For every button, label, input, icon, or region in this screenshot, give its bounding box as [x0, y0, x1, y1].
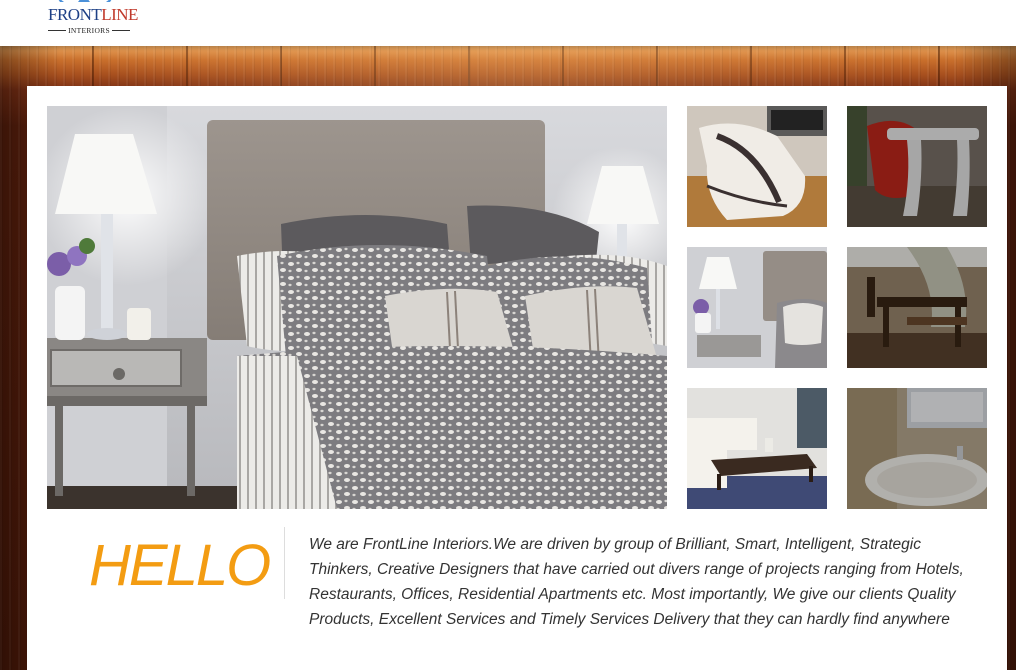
site-logo[interactable]: FRONTLINE INTERIORS [44, 0, 138, 40]
living-room-photo-icon [687, 388, 827, 509]
gallery-thumbnail-1[interactable] [687, 106, 827, 227]
gallery-thumbnail-2[interactable] [847, 106, 987, 227]
logo-stars-icon [58, 0, 112, 2]
content-panel: HELLO We are FrontLine Interiors.We are … [27, 86, 1007, 670]
bedroom-photo-icon [47, 106, 667, 509]
wooden-chair-photo-icon [847, 247, 987, 368]
intro-heading: HELLO [89, 533, 271, 598]
gallery-thumbnail-6[interactable] [847, 388, 987, 509]
main-gallery-image[interactable] [47, 106, 667, 509]
lounge-chair-photo-icon [687, 106, 827, 227]
logo-tagline-row: INTERIORS [48, 25, 130, 35]
logo-text-line: LINE [101, 5, 138, 24]
intro-divider [284, 527, 285, 599]
logo-text-front: FRONT [48, 5, 102, 24]
red-chair-table-photo-icon [847, 106, 987, 227]
bedroom-photo-icon [687, 247, 827, 368]
gallery-thumbnail-4[interactable] [847, 247, 987, 368]
site-header: FRONTLINE INTERIORS [0, 0, 1016, 46]
logo-tagline: INTERIORS [68, 25, 110, 35]
gallery-thumbnail-5[interactable] [687, 388, 827, 509]
logo-wordmark: FRONTLINE [48, 5, 138, 24]
gallery-thumbnail-3[interactable] [687, 247, 827, 368]
bathtub-photo-icon [847, 388, 987, 509]
intro-text: We are FrontLine Interiors.We are driven… [309, 536, 964, 628]
logo-rule-right [111, 29, 130, 31]
logo-rule-left [48, 29, 67, 31]
